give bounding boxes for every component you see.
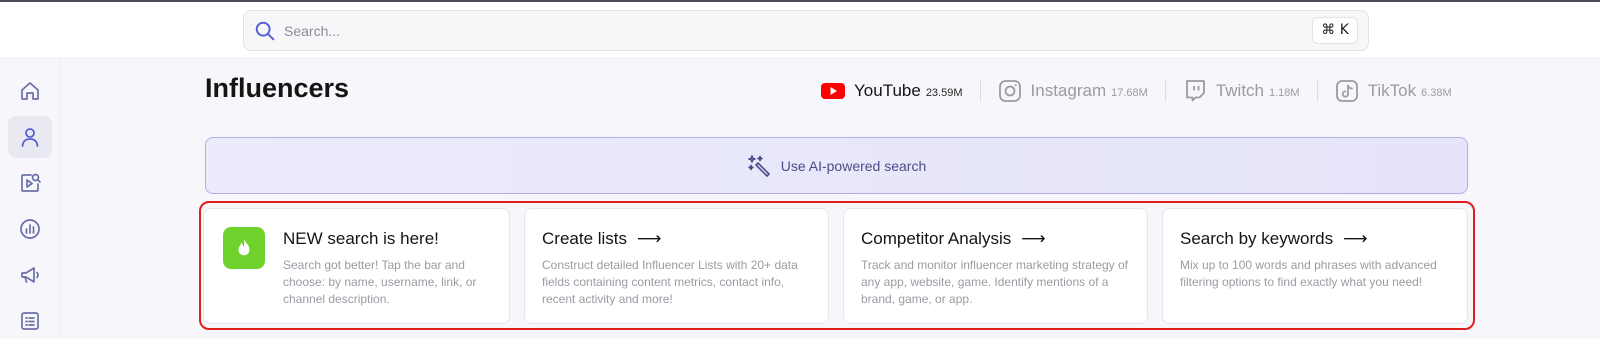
ai-search-button[interactable]: Use AI-powered search [205, 137, 1468, 194]
twitch-icon [1185, 80, 1205, 102]
youtube-icon [821, 83, 845, 99]
megaphone-icon [21, 267, 39, 283]
search-shortcut-badge: ⌘ K [1312, 17, 1358, 44]
search-placeholder: Search... [284, 23, 341, 39]
tab-twitch[interactable]: Twitch 1.18M [1182, 78, 1300, 104]
tab-twitch-count: 1.18M [1269, 86, 1300, 99]
card-title: Competitor Analysis [861, 229, 1012, 248]
tab-tiktok[interactable]: TikTok 6.38M [1334, 78, 1452, 104]
card-description: Track and monitor influencer marketing s… [861, 258, 1129, 306]
tab-instagram-label: Instagram [1030, 81, 1107, 100]
tab-instagram[interactable]: Instagram 17.68M [997, 78, 1148, 104]
card-description: Search got better! Tap the bar and choos… [283, 258, 477, 306]
card-title: NEW search is here! [283, 229, 439, 248]
sidebar-item-media-search[interactable] [8, 162, 52, 204]
sidebar-item-campaigns[interactable] [8, 254, 52, 296]
card-title-row: Create lists ⟶ [542, 229, 661, 249]
search-icon [255, 21, 275, 41]
tab-youtube-label: YouTube [854, 81, 921, 100]
card-title: Search by keywords [1180, 229, 1334, 248]
card-competitor-analysis[interactable]: Competitor Analysis ⟶ Track and monitor i… [843, 208, 1148, 324]
instagram-icon [998, 80, 1021, 102]
card-description: Construct detailed Influencer Lists with… [542, 258, 798, 306]
tab-youtube-count: 23.59M [925, 86, 963, 99]
arrow-right-icon: ⟶ [1343, 229, 1368, 249]
tab-tiktok-count: 6.38M [1421, 86, 1452, 99]
search-input[interactable]: Search... ⌘ K [243, 10, 1369, 51]
media-search-icon [21, 173, 41, 192]
tab-twitch-label: Twitch [1215, 81, 1264, 100]
tiktok-icon [1335, 80, 1358, 102]
sidebar-item-influencers[interactable] [8, 116, 52, 158]
magic-wand-icon [747, 154, 770, 177]
arrow-right-icon: ⟶ [637, 229, 662, 249]
list-icon [21, 312, 39, 330]
sidebar-item-home[interactable] [8, 70, 52, 112]
flame-icon [223, 227, 265, 269]
card-search-by-keywords[interactable]: Search by keywords ⟶ Mix up to 100 words … [1162, 208, 1468, 324]
home-icon [21, 82, 39, 100]
tab-divider [1164, 80, 1166, 102]
tab-divider [1316, 80, 1318, 102]
card-title-row: Search by keywords ⟶ [1180, 229, 1367, 249]
sidebar [0, 60, 60, 339]
ai-search-label: Use AI-powered search [780, 157, 927, 174]
card-title-row: Competitor Analysis ⟶ [861, 229, 1046, 249]
tab-instagram-count: 17.68M [1111, 86, 1148, 99]
card-create-lists[interactable]: Create lists ⟶ Construct detailed Influen… [524, 208, 829, 324]
sidebar-item-analytics[interactable] [8, 208, 52, 250]
tab-youtube[interactable]: YouTube 23.59M [820, 78, 963, 104]
tab-divider [979, 80, 981, 102]
card-title: Create lists [542, 229, 628, 248]
card-description: Mix up to 100 words and phrases with adv… [1180, 258, 1437, 289]
analytics-icon [20, 219, 40, 239]
platform-tabs: YouTube 23.59M Instagram 17.68M Twitch 1… [820, 78, 1452, 104]
top-bar: Search... ⌘ K [0, 2, 1600, 59]
page-title: Influencers [205, 73, 350, 103]
sidebar-item-lists[interactable] [8, 300, 52, 339]
card-new-search[interactable]: NEW search is here! Search got better! T… [203, 208, 510, 324]
arrow-right-icon: ⟶ [1021, 229, 1046, 249]
tab-tiktok-label: TikTok [1367, 81, 1417, 100]
user-icon [21, 128, 39, 147]
